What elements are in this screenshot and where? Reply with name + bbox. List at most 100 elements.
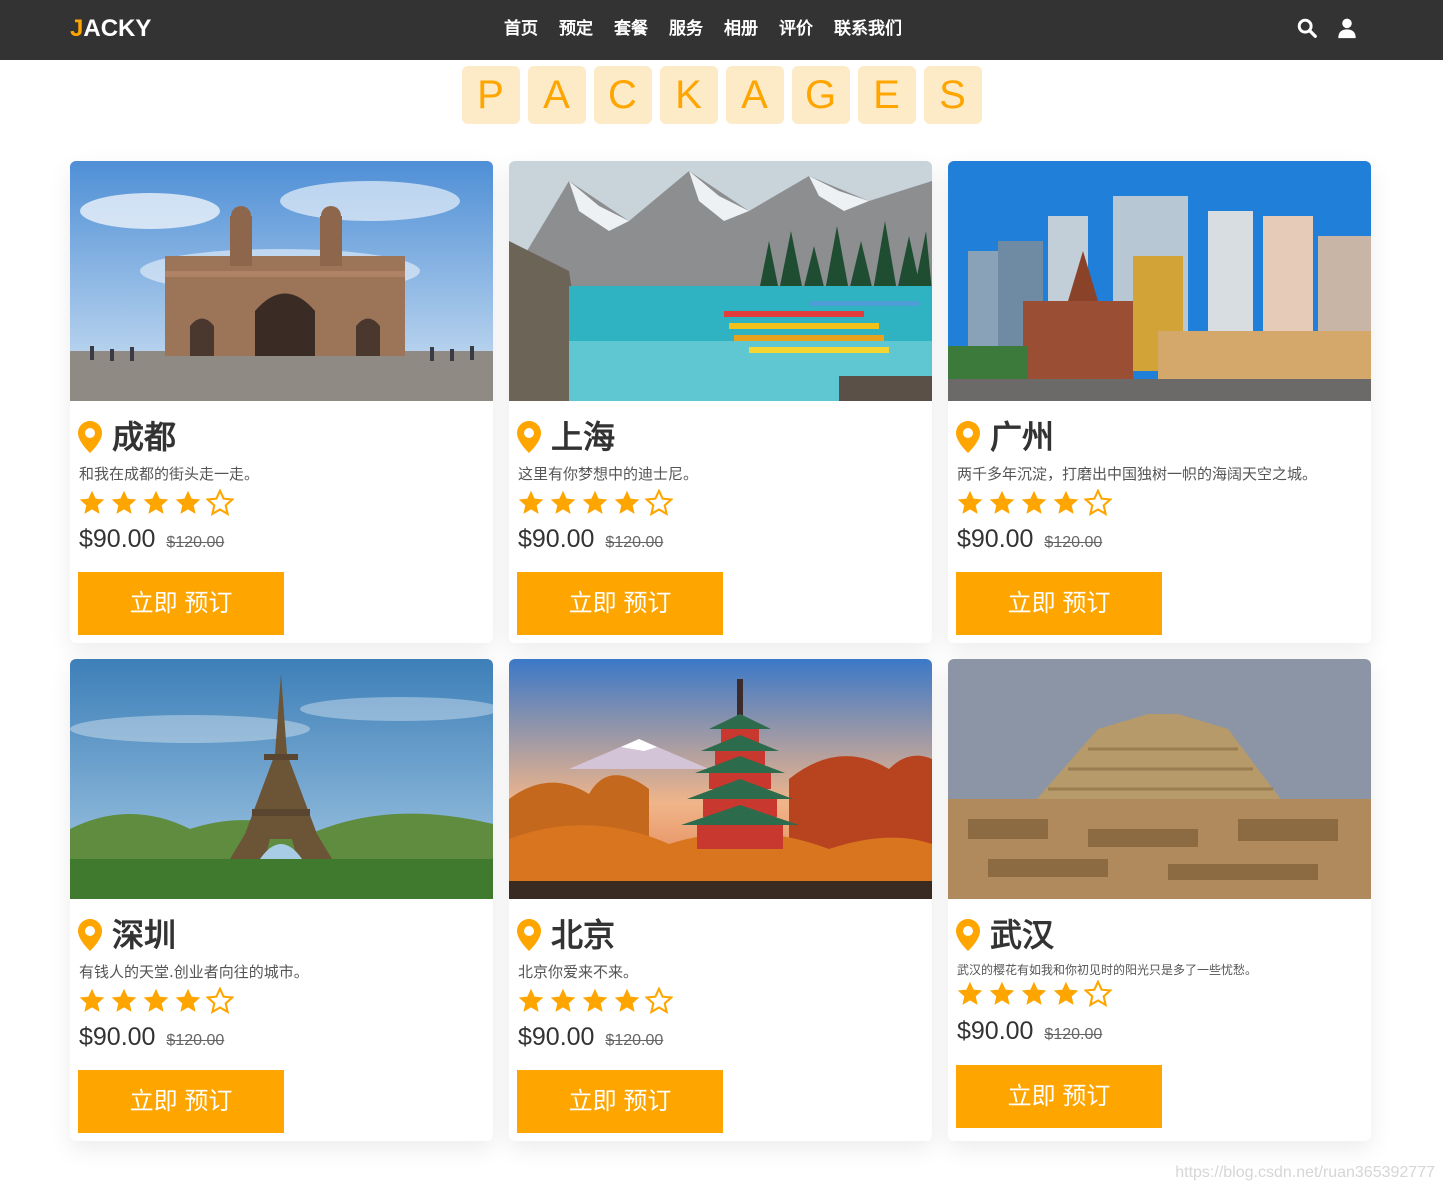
location: 上海 (517, 417, 615, 457)
package-description: 北京你爱来不来。 (518, 963, 639, 981)
book-now-button[interactable]: 立即 预订 (517, 1070, 723, 1133)
star-filled-icon (550, 490, 576, 514)
package-image (948, 659, 1371, 899)
heading-letter: E (857, 66, 916, 124)
nav-contact[interactable]: 联系我们 (834, 18, 902, 40)
city-name: 成都 (112, 418, 177, 456)
heading-letter: K (659, 66, 718, 124)
heading-letter: G (791, 66, 850, 124)
book-now-button[interactable]: 立即 预订 (956, 572, 1162, 635)
city-name: 上海 (551, 418, 616, 456)
star-empty-icon (1084, 980, 1112, 1007)
package-image (70, 659, 493, 899)
old-price: $120.00 (605, 1032, 664, 1049)
book-now-button[interactable]: 立即 预订 (78, 572, 284, 635)
star-filled-icon (1053, 981, 1079, 1005)
search-icon[interactable] (1296, 16, 1318, 40)
user-icon[interactable] (1336, 16, 1358, 40)
star-empty-icon (206, 489, 234, 516)
heading-letter: A (725, 66, 784, 124)
main-nav: 首页 预定 套餐 服务 相册 评价 联系我们 (504, 18, 923, 40)
star-filled-icon (1021, 490, 1047, 514)
star-empty-icon (645, 987, 673, 1014)
nav-home[interactable]: 首页 (504, 18, 538, 40)
book-now-button[interactable]: 立即 预订 (517, 572, 723, 635)
heading-letter: A (527, 66, 586, 124)
watermark: https://blog.csdn.net/ruan365392777 (1175, 1164, 1435, 1181)
price: $90.00 $120.00 (957, 525, 1102, 554)
nav-gallery[interactable]: 相册 (724, 18, 758, 40)
current-price: $90.00 (518, 525, 595, 553)
location: 深圳 (78, 915, 176, 955)
price: $90.00 $120.00 (957, 1017, 1102, 1046)
package-card: 深圳 有钱人的天堂.创业者向往的城市。 $90.00 $120.00 立即 预订 (70, 659, 493, 1141)
package-description: 和我在成都的街头走一走。 (79, 465, 260, 483)
star-filled-icon (614, 988, 640, 1012)
star-filled-icon (582, 490, 608, 514)
package-image (948, 161, 1371, 401)
logo[interactable]: JACKY (70, 15, 151, 43)
old-price: $120.00 (1044, 1026, 1103, 1043)
nav-packages[interactable]: 套餐 (614, 18, 648, 40)
nav-booking[interactable]: 预定 (559, 18, 593, 40)
current-price: $90.00 (518, 1023, 595, 1051)
packages-heading: P A C K A G E S (0, 66, 1443, 124)
star-filled-icon (518, 988, 544, 1012)
header-icons (1296, 16, 1358, 40)
package-card: 北京 北京你爱来不来。 $90.00 $120.00 立即 预订 (509, 659, 932, 1141)
location: 成都 (78, 417, 176, 457)
current-price: $90.00 (79, 1023, 156, 1051)
package-card: 上海 这里有你梦想中的迪士尼。 $90.00 $120.00 立即 预订 (509, 161, 932, 643)
star-filled-icon (79, 988, 105, 1012)
rating-stars (78, 489, 234, 517)
rating-stars (517, 987, 673, 1015)
star-filled-icon (550, 988, 576, 1012)
package-image (70, 161, 493, 401)
star-empty-icon (645, 489, 673, 516)
current-price: $90.00 (79, 525, 156, 553)
old-price: $120.00 (1044, 534, 1103, 551)
package-image (509, 659, 932, 899)
current-price: $90.00 (957, 1017, 1034, 1045)
package-card: 成都 和我在成都的街头走一走。 $90.00 $120.00 立即 预订 (70, 161, 493, 643)
logo-text: ACKY (83, 15, 152, 42)
package-description: 这里有你梦想中的迪士尼。 (518, 465, 699, 483)
star-filled-icon (143, 988, 169, 1012)
rating-stars (956, 489, 1112, 517)
star-filled-icon (1053, 490, 1079, 514)
map-pin-icon (517, 421, 541, 453)
star-filled-icon (111, 988, 137, 1012)
package-description: 武汉的樱花有如我和你初见时的阳光只是多了一些忧愁。 (957, 963, 1258, 977)
star-filled-icon (989, 490, 1015, 514)
package-image (509, 161, 932, 401)
nav-reviews[interactable]: 评价 (779, 18, 813, 40)
star-filled-icon (957, 981, 983, 1005)
city-name: 深圳 (112, 916, 177, 954)
heading-letter: S (923, 66, 982, 124)
book-now-button[interactable]: 立即 预订 (78, 1070, 284, 1133)
location: 武汉 (956, 915, 1054, 955)
current-price: $90.00 (957, 525, 1034, 553)
book-now-button[interactable]: 立即 预订 (956, 1065, 1162, 1128)
location: 广州 (956, 417, 1054, 457)
star-filled-icon (582, 988, 608, 1012)
price: $90.00 $120.00 (518, 525, 663, 554)
old-price: $120.00 (166, 534, 225, 551)
nav-services[interactable]: 服务 (669, 18, 703, 40)
star-filled-icon (518, 490, 544, 514)
city-name: 北京 (551, 916, 616, 954)
city-name: 武汉 (990, 916, 1055, 954)
map-pin-icon (78, 421, 102, 453)
star-filled-icon (143, 490, 169, 514)
old-price: $120.00 (605, 534, 664, 551)
package-card: 武汉 武汉的樱花有如我和你初见时的阳光只是多了一些忧愁。 $90.00 $120… (948, 659, 1371, 1141)
rating-stars (78, 987, 234, 1015)
package-description: 有钱人的天堂.创业者向往的城市。 (79, 963, 309, 981)
map-pin-icon (517, 919, 541, 951)
map-pin-icon (956, 919, 980, 951)
logo-accent: J (70, 15, 84, 42)
star-filled-icon (957, 490, 983, 514)
star-filled-icon (1021, 981, 1047, 1005)
star-filled-icon (989, 981, 1015, 1005)
top-navbar: JACKY 首页 预定 套餐 服务 相册 评价 联系我们 (0, 0, 1443, 60)
